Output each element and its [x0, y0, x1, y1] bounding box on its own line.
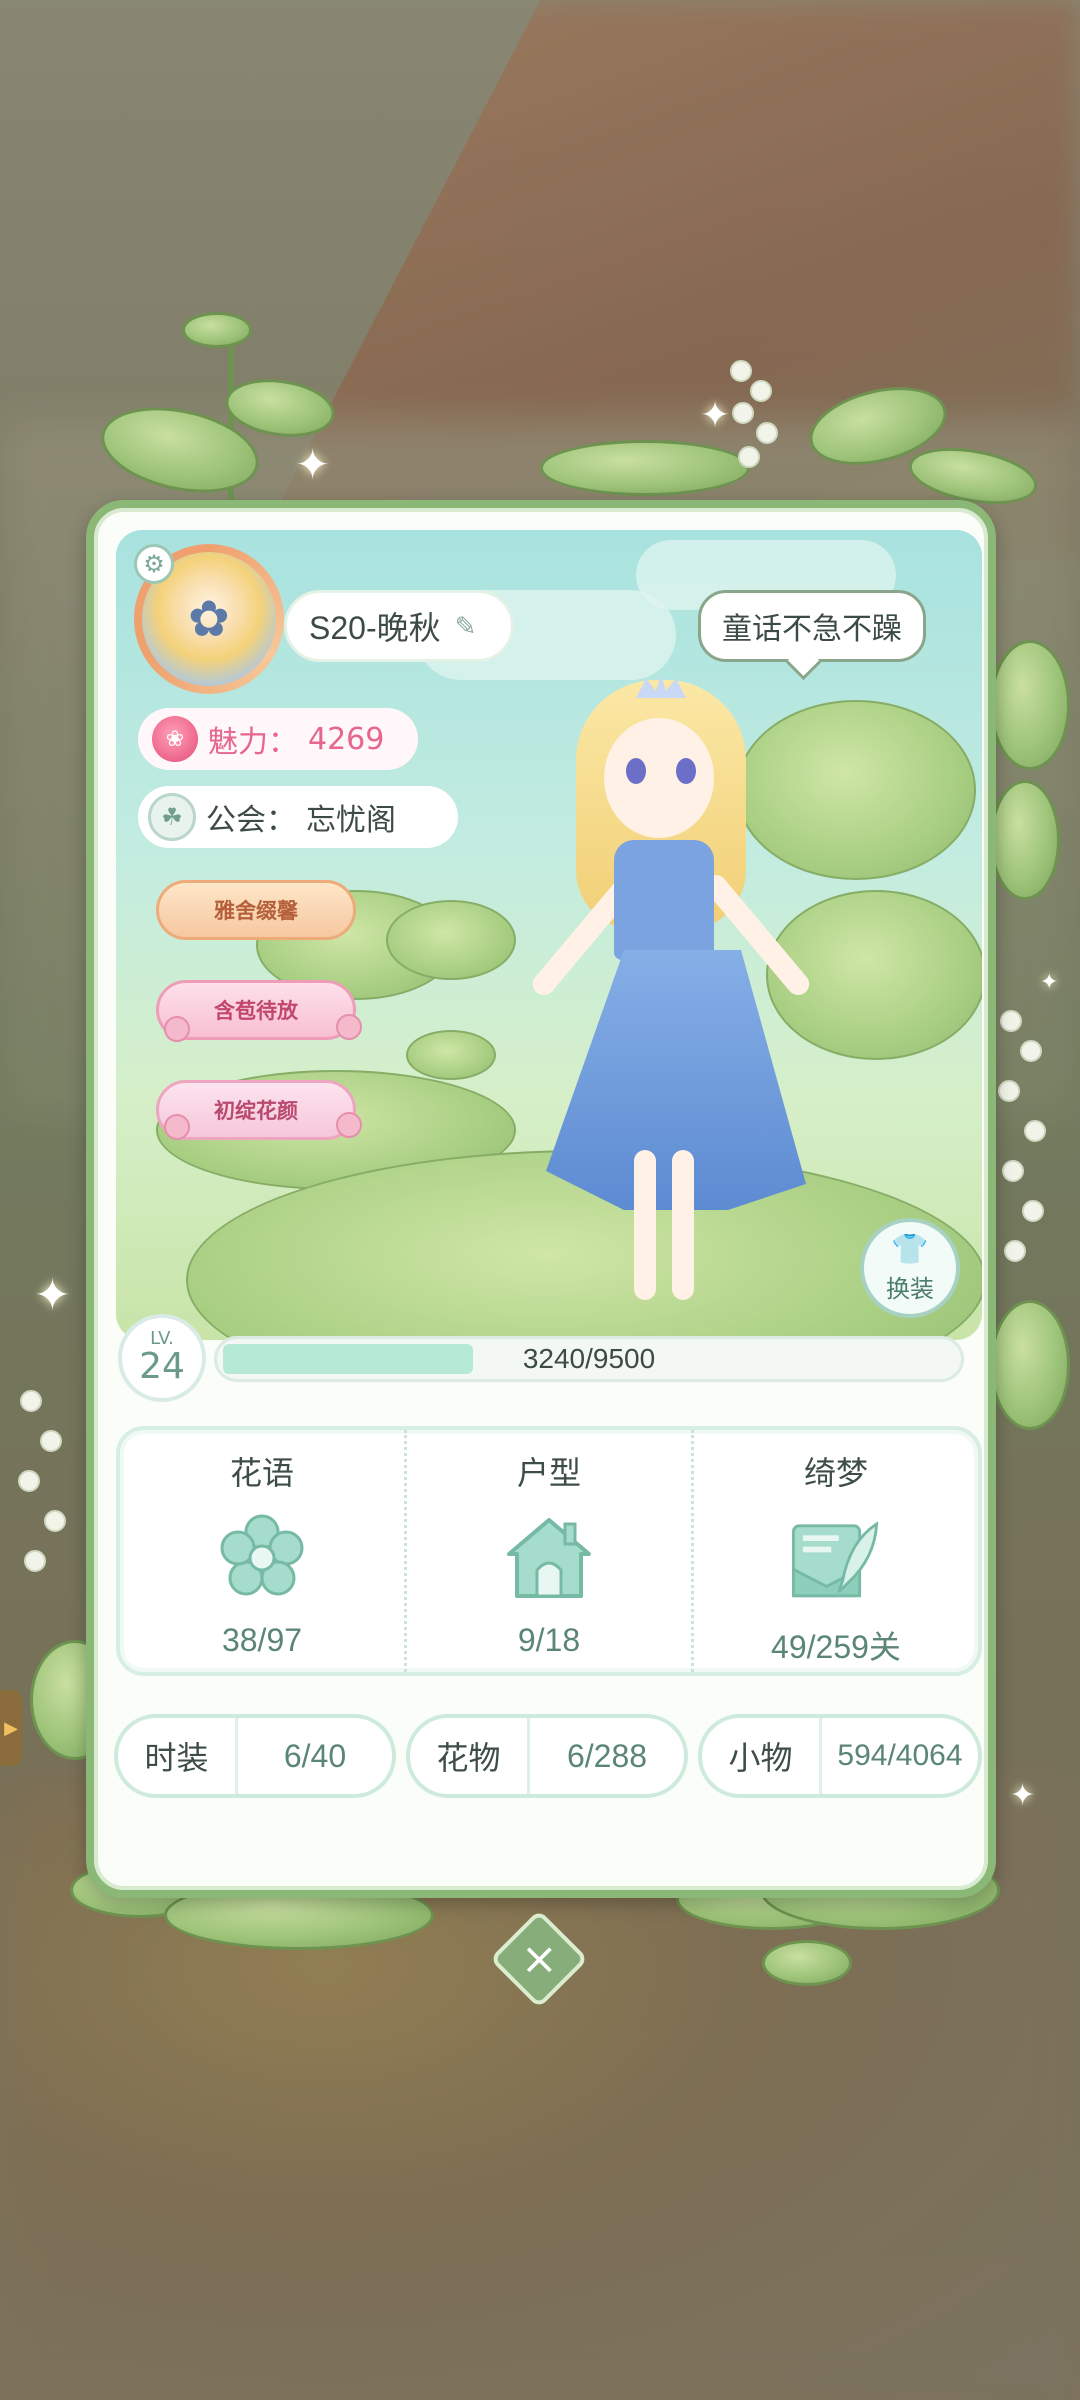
level-progress-text: 3240/9500	[522, 1343, 656, 1374]
decor-lily-pad	[406, 1030, 496, 1080]
edit-icon[interactable]: ✎	[455, 611, 477, 642]
decor-flower	[336, 1014, 362, 1040]
stat-flower-language[interactable]: 花语 38/97	[120, 1430, 404, 1672]
guild-value: 忘忧阁	[306, 803, 396, 838]
guild-label: 公会：	[206, 803, 296, 838]
decor-leaf	[990, 1300, 1070, 1430]
decor-leaf	[990, 640, 1070, 770]
profile-card: ✿ ⚙ S20-晚秋 ✎ 童话不急不躁 ❀ 魅力： 4269 ☘ 公会： 忘忧阁…	[86, 500, 996, 1898]
collection-fashion[interactable]: 时装 6/40	[114, 1714, 396, 1798]
collection-label: 小物	[702, 1718, 822, 1794]
stats-panel: 花语 38/97 户型 9/18 绮梦 49/259关	[116, 1426, 982, 1676]
collection-value: 6/40	[283, 1737, 347, 1774]
rose-icon: ❀	[152, 716, 198, 762]
decor-flower	[164, 1114, 190, 1140]
flower-icon	[210, 1506, 314, 1610]
player-name-pill[interactable]: S20-晚秋 ✎	[284, 590, 514, 662]
decor-lily-pad	[386, 900, 516, 980]
sparkle-icon: ✦	[700, 395, 731, 436]
title-badge[interactable]: 雅舍缀馨	[156, 880, 356, 940]
collection-label: 时装	[118, 1718, 238, 1794]
speech-bubble: 童话不急不躁	[698, 590, 926, 662]
decor-bud-cluster	[10, 1380, 80, 1600]
guild-stat[interactable]: ☘ 公会： 忘忧阁	[138, 786, 458, 848]
collection-value: 6/288	[566, 1737, 648, 1774]
level-progress-bar: 3240/9500	[214, 1336, 964, 1382]
collection-flowers[interactable]: 花物 6/288	[406, 1714, 688, 1798]
character-scene: ✿ ⚙ S20-晚秋 ✎ 童话不急不躁 ❀ 魅力： 4269 ☘ 公会： 忘忧阁…	[116, 530, 982, 1340]
shirt-icon: 👕	[891, 1232, 929, 1267]
player-character	[516, 674, 836, 1320]
charm-label: 魅力：	[208, 725, 298, 760]
decor-flower	[164, 1016, 190, 1042]
settings-icon[interactable]: ⚙	[134, 544, 174, 584]
sparkle-icon: ✦	[1040, 970, 1059, 995]
close-icon: ×	[520, 1933, 558, 1984]
stat-value: 49/259关	[771, 1629, 901, 1665]
collection-small-items[interactable]: 小物 594/4064	[698, 1714, 982, 1798]
decor-bud-cluster	[720, 350, 790, 480]
sparkle-icon: ✦	[34, 1270, 71, 1321]
stat-house-type[interactable]: 户型 9/18	[404, 1430, 691, 1672]
player-name: S20-晚秋	[309, 610, 441, 646]
house-icon	[497, 1506, 601, 1610]
decor-leaf	[762, 1940, 852, 1986]
letter-quill-icon	[784, 1506, 888, 1610]
stat-title: 绮梦	[803, 1454, 868, 1492]
sparkle-icon: ✦	[295, 440, 331, 489]
collection-value: 594/4064	[837, 1739, 963, 1772]
guild-emblem-icon: ☘	[148, 793, 196, 841]
stat-value: 38/97	[221, 1622, 303, 1658]
dressup-button[interactable]: 👕 换装	[860, 1218, 960, 1318]
stat-dream[interactable]: 绮梦 49/259关	[691, 1430, 978, 1672]
decor-flower	[336, 1112, 362, 1138]
decor-leaf	[540, 440, 750, 496]
chevron-right-icon: ▶	[4, 1717, 18, 1739]
level-badge: LV. 24	[118, 1314, 206, 1402]
stat-title: 户型	[516, 1454, 581, 1492]
stat-title: 花语	[229, 1454, 294, 1492]
charm-stat: ❀ 魅力： 4269	[138, 708, 418, 770]
stat-value: 9/18	[517, 1622, 581, 1658]
charm-value: 4269	[308, 721, 385, 757]
collection-label: 花物	[410, 1718, 530, 1794]
side-drawer-tab[interactable]: ▶	[0, 1690, 22, 1766]
sparkle-icon: ✦	[1010, 1778, 1036, 1813]
profile-header: ✿ ⚙ S20-晚秋 ✎	[134, 544, 594, 694]
decor-leaf	[182, 312, 252, 348]
level-value: 24	[139, 1346, 185, 1387]
decor-bud-cluster	[990, 1000, 1060, 1280]
decor-leaf	[990, 780, 1060, 900]
dressup-label: 换装	[886, 1275, 934, 1303]
